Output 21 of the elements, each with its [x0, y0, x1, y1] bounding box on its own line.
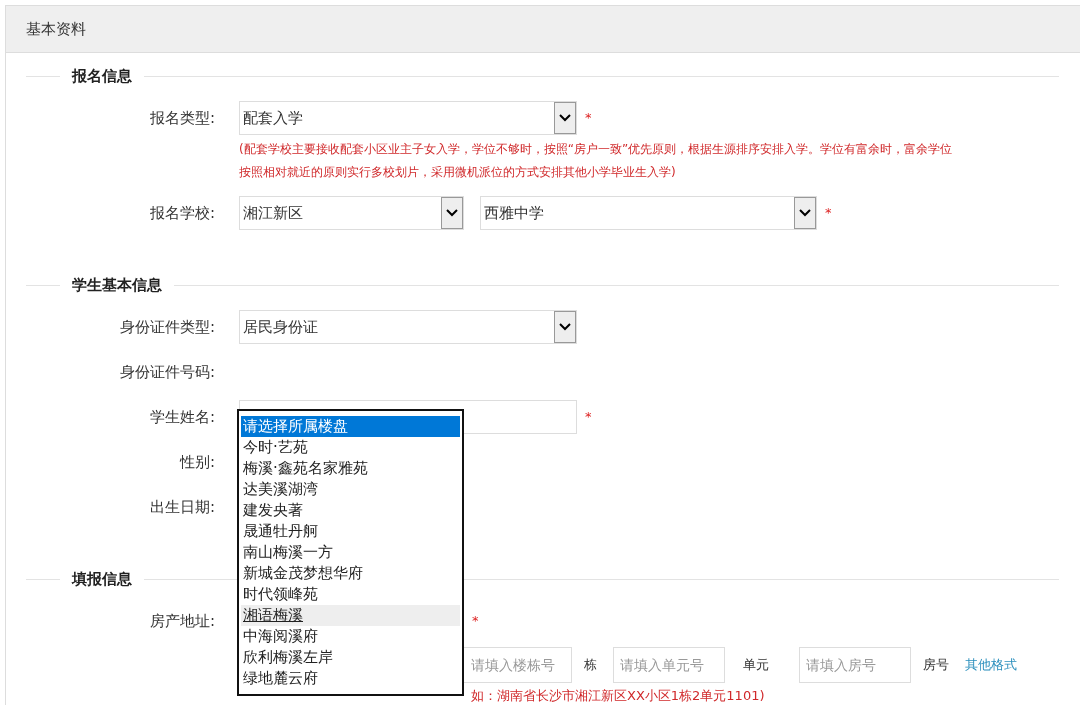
field-label: 性别: — [179, 453, 215, 471]
required-asterisk: * — [585, 109, 592, 128]
panel-title: 基本资料 — [26, 18, 86, 40]
required-asterisk: * — [825, 204, 832, 223]
field-label: 报名类型: — [149, 109, 215, 127]
hint-text: (配套学校主要接收配套小区业主子女入学，学位不够时，按照“房户一致”优先原则，根据生源排序安排入学。学位有富余时，富余学位按照相对就近的原则实行多校划片，采用微机派位的方式安排其他小学毕业生入学) — [239, 142, 953, 179]
hint-text: 如：湖南省长沙市湘江新区XX小区1栋2单元1101) — [471, 688, 765, 703]
section-title: 学生基本信息 — [72, 274, 162, 296]
required-asterisk: * — [472, 612, 479, 631]
field-label: 身份证件类型: — [119, 318, 215, 336]
section-title: 填报信息 — [72, 568, 132, 590]
required-asterisk: * — [585, 408, 592, 427]
field-label: 报名学校: — [149, 204, 215, 222]
field-label: 身份证件号码: — [119, 363, 215, 381]
field-label: 学生姓名: — [149, 408, 215, 426]
field-label: 房产地址: — [149, 612, 215, 630]
unit-label: 栋 — [584, 656, 597, 675]
section-title: 报名信息 — [72, 65, 132, 87]
unit-label: 单元 — [743, 656, 769, 675]
field-label: 出生日期: — [149, 498, 215, 516]
unit-label: 房号 — [923, 656, 949, 675]
